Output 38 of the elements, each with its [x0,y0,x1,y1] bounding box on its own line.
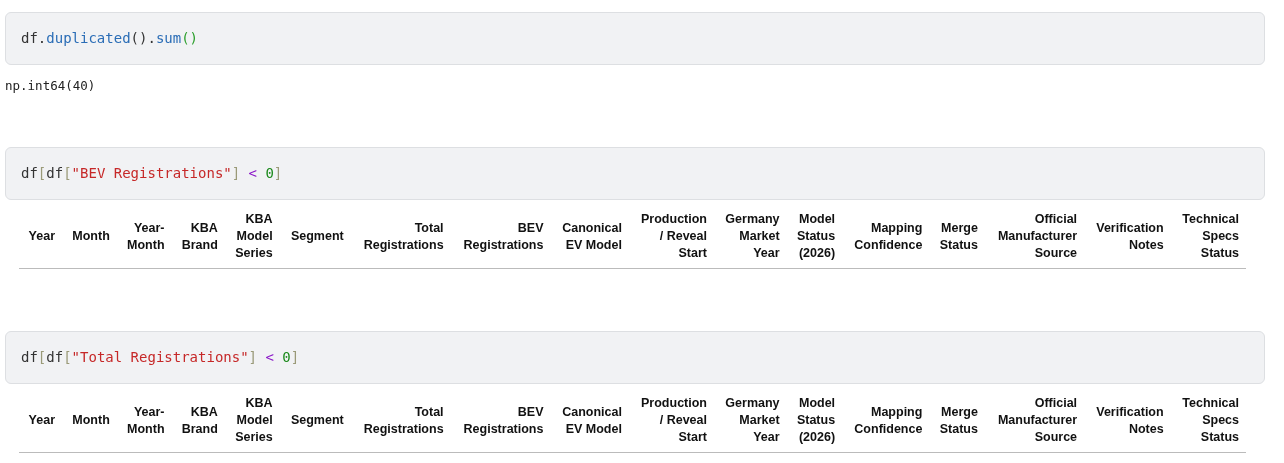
code-cell[interactable]: df.duplicated().sum() [5,12,1265,65]
column-header: Merge Status [929,205,985,269]
column-header: Total Registrations [350,389,451,453]
column-header: Mapping Confidence [842,205,930,269]
column-header: Month [62,389,117,453]
column-header: Verification Notes [1084,205,1171,269]
column-header: Verification Notes [1084,389,1171,453]
column-header: Germany Market Year [714,389,787,453]
column-header: Model Status (2026) [786,205,843,269]
column-header: Segment [279,389,351,453]
column-header: Technical Specs Status [1170,389,1246,453]
column-header: KBA Model Series [224,389,280,453]
column-header: Production / Reveal Start [628,389,714,453]
column-header: Mapping Confidence [842,389,930,453]
column-header: Merge Status [929,389,985,453]
column-header: KBA Brand [171,389,225,453]
column-header: KBA Brand [171,205,225,269]
column-header: BEV Registrations [450,389,551,453]
column-header: Canonical EV Model [550,205,629,269]
column-header: Official Manufacturer Source [984,205,1085,269]
code-cell[interactable]: df[df["Total Registrations"] < 0] [5,331,1265,384]
column-header: Segment [279,205,351,269]
column-header: Year [19,205,62,269]
code-cell[interactable]: df[df["BEV Registrations"] < 0] [5,147,1265,200]
output-text: np.int64(40) [5,78,96,93]
column-header: Technical Specs Status [1170,205,1246,269]
column-header: Year-Month [116,205,172,269]
column-header: KBA Model Series [224,205,280,269]
column-header: Germany Market Year [714,205,787,269]
column-header: Model Status (2026) [786,389,843,453]
column-header: Total Registrations [350,205,451,269]
column-header: Production / Reveal Start [628,205,714,269]
column-header: Year [19,389,62,453]
column-header: Year-Month [116,389,172,453]
column-header: Month [62,205,117,269]
column-header: BEV Registrations [450,205,551,269]
column-header: Official Manufacturer Source [984,389,1085,453]
column-header: Canonical EV Model [550,389,629,453]
